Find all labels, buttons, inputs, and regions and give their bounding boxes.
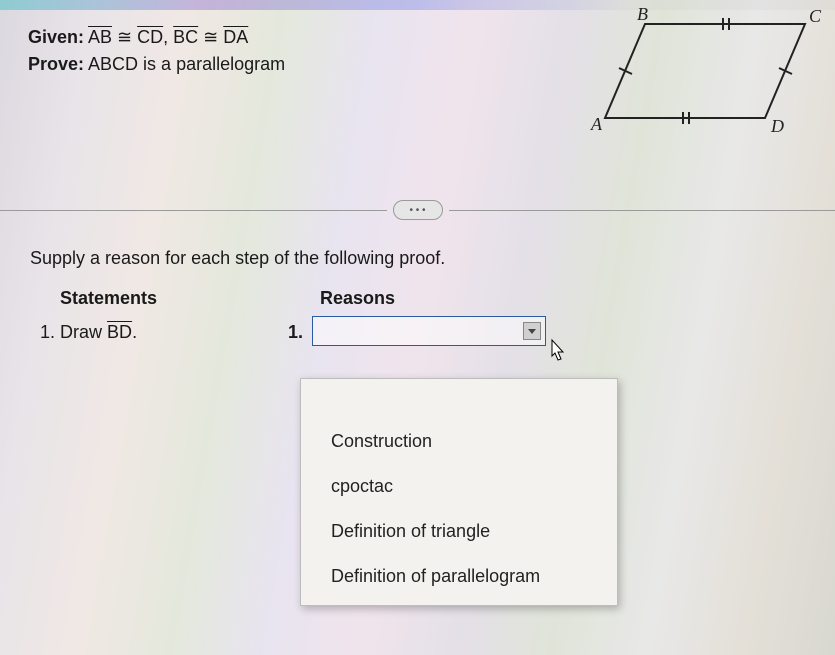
dropdown-option-construction[interactable]: Construction (301, 419, 617, 464)
vertex-a-label: A (590, 114, 603, 134)
segment-bc: BC (173, 27, 198, 47)
prove-label: Prove: (28, 54, 84, 74)
statement-1-prefix: Draw (60, 322, 107, 342)
comma-sep: , (163, 27, 173, 47)
pointer-cursor-icon (544, 338, 570, 364)
congruent-2: ≅ (198, 27, 223, 47)
given-line: Given: AB ≅ CD, BC ≅ DA (28, 24, 285, 51)
prove-line: Prove: ABCD is a parallelogram (28, 51, 285, 78)
chevron-down-icon[interactable] (523, 322, 541, 340)
reason-1-select[interactable] (312, 316, 546, 346)
reason-1-num: 1. (288, 322, 303, 343)
parallelogram-figure: B C A D (583, 6, 823, 146)
section-divider: • • • (0, 200, 835, 220)
instruction-text: Supply a reason for each step of the fol… (30, 248, 445, 269)
statement-1-segment: BD (107, 322, 132, 342)
vertex-d-label: D (770, 116, 784, 136)
statement-1: 1. Draw BD. (40, 322, 137, 343)
parallelogram-shape (605, 24, 805, 118)
divider-left (0, 210, 387, 211)
dropdown-option-def-triangle[interactable]: Definition of triangle (301, 509, 617, 554)
dropdown-option-cpoctac[interactable]: cpoctac (301, 464, 617, 509)
problem-statement: Given: AB ≅ CD, BC ≅ DA Prove: ABCD is a… (28, 24, 285, 78)
statement-1-suffix: . (132, 322, 137, 342)
more-button[interactable]: • • • (393, 200, 443, 220)
divider-right (449, 210, 835, 211)
dropdown-option-def-parallelogram[interactable]: Definition of parallelogram (301, 554, 617, 599)
vertex-c-label: C (809, 6, 822, 26)
prove-text: ABCD is a parallelogram (88, 54, 285, 74)
congruent-1: ≅ (112, 27, 137, 47)
vertex-b-label: B (637, 6, 648, 24)
statement-1-num: 1. (40, 322, 55, 342)
segment-da: DA (223, 27, 248, 47)
given-label: Given: (28, 27, 84, 47)
reason-dropdown[interactable]: Construction cpoctac Definition of trian… (300, 378, 618, 606)
statements-header: Statements (60, 288, 157, 309)
dropdown-spacer (301, 385, 617, 419)
reasons-header: Reasons (320, 288, 395, 309)
segment-cd: CD (137, 27, 163, 47)
segment-ab: AB (88, 27, 112, 47)
